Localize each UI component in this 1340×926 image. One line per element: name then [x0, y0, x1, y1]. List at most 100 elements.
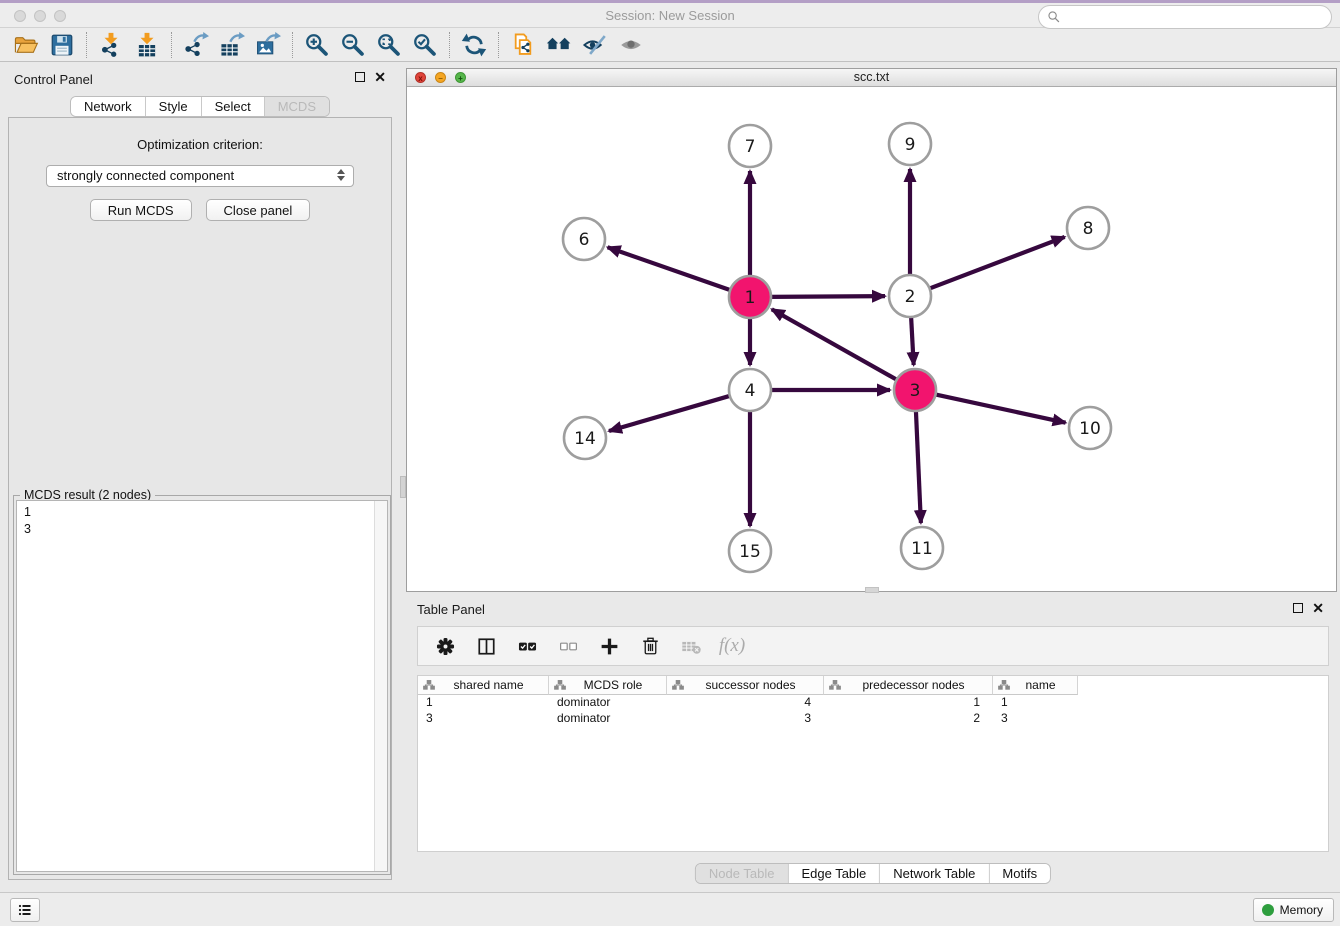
graph-edge-3-10[interactable] — [934, 394, 1066, 423]
tab-style[interactable]: Style — [146, 97, 202, 116]
add-column-icon — [599, 636, 620, 657]
save-session-button[interactable] — [44, 30, 80, 60]
show-all-button[interactable] — [613, 30, 649, 60]
search-input[interactable] — [1066, 10, 1331, 24]
open-file-button[interactable] — [8, 30, 44, 60]
close-table-panel-icon[interactable]: ✕ — [1312, 603, 1324, 613]
deselect-all-rows-icon — [558, 636, 579, 657]
main-toolbar — [0, 28, 1340, 62]
column-header-MCDS-role[interactable]: MCDS role — [549, 676, 667, 695]
close-view-button[interactable]: x — [415, 72, 426, 83]
refresh-layout-button[interactable] — [456, 30, 492, 60]
import-network-button[interactable] — [93, 30, 129, 60]
show-columns-button[interactable] — [474, 634, 498, 658]
graph-edge-3-11[interactable] — [916, 409, 921, 523]
tab-network-table[interactable]: Network Table — [880, 864, 989, 883]
table-row[interactable]: 1dominator411 — [418, 695, 1328, 711]
toolbar-separator — [86, 32, 87, 58]
table-row[interactable]: 3dominator323 — [418, 711, 1328, 727]
column-header-shared-name[interactable]: shared name — [418, 676, 549, 695]
float-table-panel-icon[interactable] — [1293, 603, 1303, 613]
minimize-view-button[interactable]: − — [435, 72, 446, 83]
mcds-result-list[interactable]: 13 — [16, 500, 388, 872]
refresh-layout-icon — [461, 32, 487, 58]
table-cell[interactable]: dominator — [549, 695, 667, 711]
column-header-label: MCDS role — [566, 678, 666, 692]
table-settings-icon — [435, 636, 456, 657]
toolbar-separator — [292, 32, 293, 58]
table-panel-header-icons: ✕ — [1293, 603, 1324, 613]
table-cell[interactable]: 4 — [667, 695, 824, 711]
graph-node-label-4: 4 — [745, 381, 756, 401]
graph-edge-3-1[interactable] — [772, 309, 899, 380]
column-header-name[interactable]: name — [993, 676, 1078, 695]
table-cell[interactable]: 3 — [993, 711, 1078, 727]
table-cell[interactable]: 1 — [993, 695, 1078, 711]
import-network-icon — [98, 32, 124, 58]
table-cell[interactable]: 2 — [824, 711, 993, 727]
column-header-predecessor-nodes[interactable]: predecessor nodes — [824, 676, 993, 695]
network-view-window: x − + scc.txt 7968124314101511 — [406, 68, 1337, 592]
first-neighbors-button[interactable] — [541, 30, 577, 60]
column-sort-icon — [672, 679, 684, 691]
new-network-from-selection-button[interactable] — [505, 30, 541, 60]
run-mcds-button[interactable]: Run MCDS — [90, 199, 192, 221]
close-panel-button[interactable]: Close panel — [206, 199, 311, 221]
maximize-view-button[interactable]: + — [455, 72, 466, 83]
result-scrollbar[interactable] — [374, 501, 387, 871]
tab-edge-table[interactable]: Edge Table — [788, 864, 880, 883]
delete-column-button[interactable] — [638, 634, 662, 658]
column-header-successor-nodes[interactable]: successor nodes — [667, 676, 824, 695]
network-window-titlebar[interactable]: x − + scc.txt — [407, 69, 1336, 87]
export-table-button[interactable] — [214, 30, 250, 60]
show-columns-icon — [476, 636, 497, 657]
table-cell[interactable]: 3 — [418, 711, 549, 727]
graph-node-label-1: 1 — [745, 288, 756, 308]
application-window: Session: New Session Control Panel ✕ Net… — [0, 0, 1340, 926]
function-builder-button: f(x) — [720, 634, 744, 658]
table-cell[interactable]: dominator — [549, 711, 667, 727]
table-settings-button[interactable] — [433, 634, 457, 658]
canvas-resize-grip[interactable] — [865, 587, 879, 593]
zoom-out-button[interactable] — [335, 30, 371, 60]
deselect-all-rows-button[interactable] — [556, 634, 580, 658]
graph-node-label-9: 9 — [905, 135, 916, 155]
table-cell[interactable]: 1 — [418, 695, 549, 711]
optimization-criterion-select[interactable]: strongly connected component — [46, 165, 354, 187]
tab-network[interactable]: Network — [71, 97, 146, 116]
tab-select[interactable]: Select — [202, 97, 265, 116]
new-network-from-selection-icon — [510, 32, 536, 58]
export-image-button[interactable] — [250, 30, 286, 60]
select-all-rows-button[interactable] — [515, 634, 539, 658]
table-cell[interactable]: 1 — [824, 695, 993, 711]
tab-node-table[interactable]: Node Table — [696, 864, 789, 883]
network-canvas[interactable]: 7968124314101511 — [407, 87, 1336, 591]
tab-mcds[interactable]: MCDS — [265, 97, 329, 116]
column-header-label: predecessor nodes — [841, 678, 992, 692]
import-table-button[interactable] — [129, 30, 165, 60]
zoom-selected-button[interactable] — [407, 30, 443, 60]
search-box[interactable] — [1038, 5, 1332, 29]
delete-table-icon — [681, 636, 702, 657]
graph-edge-4-14[interactable] — [609, 395, 732, 431]
column-sort-icon — [998, 679, 1010, 691]
zoom-in-button[interactable] — [299, 30, 335, 60]
memory-button[interactable]: Memory — [1253, 898, 1334, 922]
graph-edge-1-2[interactable] — [769, 296, 885, 297]
column-header-label: name — [1010, 678, 1077, 692]
hide-selected-icon — [582, 32, 608, 58]
graph-edge-2-3[interactable] — [911, 315, 914, 365]
float-panel-icon[interactable] — [355, 72, 365, 82]
show-panels-button[interactable] — [10, 898, 40, 922]
tab-motifs[interactable]: Motifs — [989, 864, 1050, 883]
graph-edge-2-8[interactable] — [928, 237, 1065, 289]
close-panel-icon[interactable]: ✕ — [374, 72, 386, 82]
table-cell[interactable]: 3 — [667, 711, 824, 727]
graph-edge-1-6[interactable] — [608, 247, 732, 290]
node-table[interactable]: shared name MCDS rolesuccessor nodes prede… — [417, 675, 1329, 852]
zoom-fit-button[interactable] — [371, 30, 407, 60]
add-column-button[interactable] — [597, 634, 621, 658]
hide-selected-button[interactable] — [577, 30, 613, 60]
export-network-button[interactable] — [178, 30, 214, 60]
mcds-result-line: 1 — [24, 504, 380, 521]
